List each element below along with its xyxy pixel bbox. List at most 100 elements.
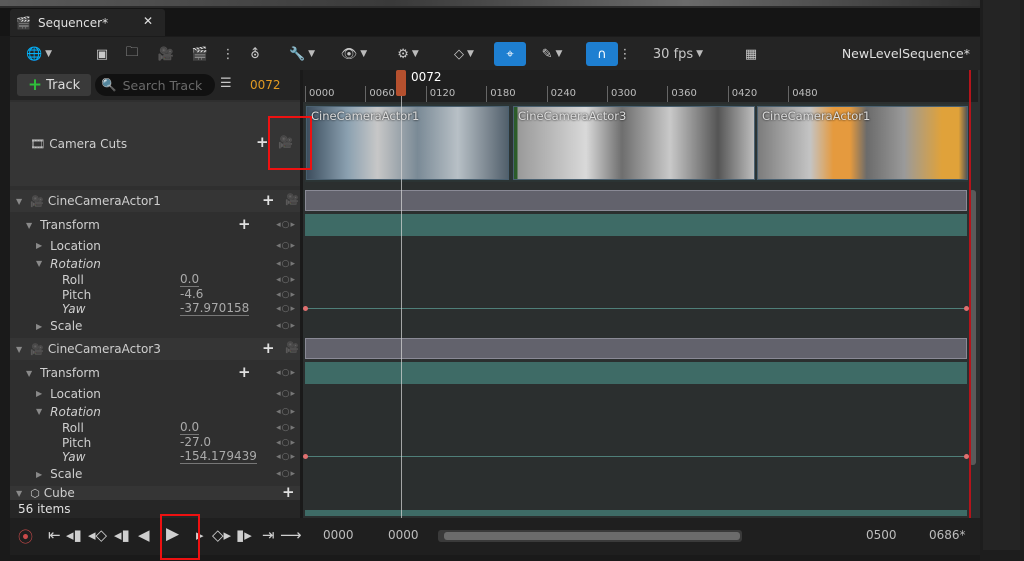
transform-track[interactable]: ▼ Transform + ◂○▸ (10, 363, 300, 383)
camera-cut-section[interactable]: CineCameraActor1 (306, 106, 509, 180)
collapse-triangle-icon[interactable]: ▶ (36, 389, 42, 398)
view-options-button[interactable]: 👁 ▼ (336, 42, 372, 66)
playback-end-marker[interactable] (969, 70, 971, 518)
key-navigation-controls[interactable]: ◂○▸ (276, 275, 296, 285)
roll-value[interactable]: 0.0 (180, 273, 200, 287)
camera-cuts-track[interactable]: 🎞 Camera Cuts + 🎥 (10, 102, 300, 186)
rotation-track[interactable]: ▼ Rotation ◂○▸ (10, 254, 300, 273)
key-navigation-controls[interactable]: ◂○▸ (276, 321, 296, 331)
view-start-field[interactable]: 0000 (323, 528, 354, 542)
transform-section-bar[interactable] (305, 214, 967, 236)
world-menu-button[interactable]: 🌐 ▼ (22, 42, 56, 66)
key-navigation-controls[interactable]: ◂○▸ (276, 290, 296, 300)
actor-track-cinecameraactor3[interactable]: ▼ 🎥 CineCameraActor3 + 🎥 (10, 338, 300, 360)
tools-menu-button[interactable]: 🔧 ▼ (284, 42, 320, 66)
actor-section-bar[interactable] (305, 190, 967, 211)
snap-button[interactable]: ∩ (586, 42, 618, 66)
scale-track[interactable]: ▶ Scale ◂○▸ (10, 317, 300, 335)
actor-section-bar[interactable] (305, 338, 967, 359)
add-camera-cut-button[interactable]: + (256, 133, 269, 151)
key-navigation-controls[interactable]: ◂○▸ (276, 389, 296, 399)
auto-key-button[interactable]: ⌖ (494, 42, 526, 66)
filter-icon[interactable]: ☰ (220, 76, 232, 91)
transform-section-bar[interactable] (305, 362, 967, 384)
collapse-triangle-icon[interactable]: ▶ (36, 470, 42, 479)
key-options-button[interactable]: ◇ ▼ (446, 42, 482, 66)
keyframe-marker[interactable] (303, 454, 308, 459)
key-navigation-controls[interactable]: ◂○▸ (276, 438, 296, 448)
jump-to-end-button[interactable]: ⇥ (262, 526, 275, 544)
key-navigation-controls[interactable]: ◂○▸ (276, 241, 296, 251)
yaw-value[interactable]: -37.970158 (180, 302, 250, 316)
render-movie-button[interactable]: 🎥 (156, 42, 176, 66)
key-navigation-controls[interactable]: ◂○▸ (276, 469, 296, 479)
cube-section-bar[interactable] (305, 510, 967, 516)
jump-to-start-button[interactable]: ⇤ (48, 526, 61, 544)
key-navigation-controls[interactable]: ◂○▸ (276, 423, 296, 433)
key-navigation-controls[interactable]: ◂○▸ (276, 368, 296, 378)
snap-options-button[interactable]: ⋮ (619, 42, 632, 66)
roll-channel[interactable]: Roll 0.0 ◂○▸ (10, 272, 300, 288)
transform-track[interactable]: ▼ Transform + ◂○▸ (10, 215, 300, 235)
add-button[interactable]: + (262, 339, 275, 357)
key-navigation-controls[interactable]: ◂○▸ (276, 407, 296, 417)
location-track[interactable]: ▶ Location ◂○▸ (10, 384, 300, 403)
collapse-triangle-icon[interactable]: ▶ (36, 241, 42, 250)
key-navigation-controls[interactable]: ◂○▸ (276, 220, 296, 230)
roll-channel[interactable]: Roll 0.0 ◂○▸ (10, 420, 300, 436)
save-button[interactable]: ▣ (92, 42, 112, 66)
close-icon[interactable]: ✕ (143, 14, 153, 28)
play-reverse-button[interactable]: ◀ (138, 526, 150, 544)
key-navigation-controls[interactable]: ◂○▸ (276, 304, 296, 314)
record-button[interactable]: ⦿ (18, 526, 33, 547)
playback-start-field[interactable]: 0000 (388, 528, 419, 542)
curve-editor-button[interactable]: ▦ (740, 42, 762, 66)
collapse-triangle-icon[interactable]: ▶ (36, 322, 42, 331)
loop-mode-button[interactable]: ⟶ (280, 526, 302, 544)
expand-triangle-icon[interactable]: ▼ (16, 197, 22, 206)
add-button[interactable]: + (238, 363, 251, 381)
yaw-channel[interactable]: Yaw -154.179439 ◂○▸ (10, 449, 300, 465)
expand-triangle-icon[interactable]: ▼ (16, 489, 22, 498)
pitch-value[interactable]: -27.0 (180, 436, 212, 450)
keyframe-marker[interactable] (303, 306, 308, 311)
roll-value[interactable]: 0.0 (180, 421, 200, 435)
step-back-frame-button[interactable]: ◂▮ (114, 526, 130, 544)
playback-end-field[interactable]: 0500 (866, 528, 897, 542)
expand-triangle-icon[interactable]: ▼ (16, 345, 22, 354)
expand-triangle-icon[interactable]: ▼ (26, 369, 32, 378)
playback-options-button[interactable]: ⚙ ▼ (390, 42, 426, 66)
scale-track[interactable]: ▶ Scale ◂○▸ (10, 465, 300, 483)
current-frame-field[interactable]: 0072 (250, 78, 281, 92)
camera-icon[interactable]: 🎥 (285, 193, 299, 206)
add-button[interactable]: + (238, 215, 251, 233)
next-key-button[interactable]: ◇▸ (212, 526, 231, 544)
horizontal-scrollbar[interactable] (438, 530, 742, 542)
camera-icon[interactable]: 🎥 (285, 341, 299, 354)
add-button[interactable]: + (282, 486, 295, 500)
search-track-input[interactable]: 🔍 Search Track (95, 74, 215, 96)
find-asset-button[interactable]: 🗀 (122, 42, 142, 66)
camera-cut-section[interactable]: CineCameraActor3 (513, 106, 755, 180)
frame-rate-select[interactable]: 30 fps ▼ (646, 42, 710, 66)
edit-mode-button[interactable]: ✎ ▼ (534, 42, 570, 66)
actor-track-cube[interactable]: ▼ ⬡ Cube + (10, 486, 300, 500)
pitch-value[interactable]: -4.6 (180, 288, 204, 302)
key-navigation-controls[interactable]: ◂○▸ (276, 452, 296, 462)
location-track[interactable]: ▶ Location ◂○▸ (10, 236, 300, 255)
view-end-field[interactable]: 0686* (929, 528, 966, 542)
add-track-button[interactable]: + Track (17, 74, 91, 96)
previous-key-button[interactable]: ◂◇ (88, 526, 107, 544)
yaw-value[interactable]: -154.179439 (180, 450, 257, 464)
add-button[interactable]: + (262, 191, 275, 209)
playhead-handle[interactable] (396, 70, 406, 96)
expand-triangle-icon[interactable]: ▼ (36, 407, 42, 416)
yaw-channel[interactable]: Yaw -37.970158 ◂○▸ (10, 301, 300, 317)
rotation-track[interactable]: ▼ Rotation ◂○▸ (10, 402, 300, 421)
key-navigation-controls[interactable]: ◂○▸ (276, 259, 296, 269)
expand-triangle-icon[interactable]: ▼ (36, 259, 42, 268)
cinematic-button[interactable]: 🎬 (190, 42, 210, 66)
actor-track-cinecameraactor1[interactable]: ▼ 🎥 CineCameraActor1 + 🎥 (10, 190, 300, 212)
step-forward-key-button[interactable]: ▮▸ (236, 526, 252, 544)
step-back-key-button[interactable]: ◂▮ (66, 526, 82, 544)
